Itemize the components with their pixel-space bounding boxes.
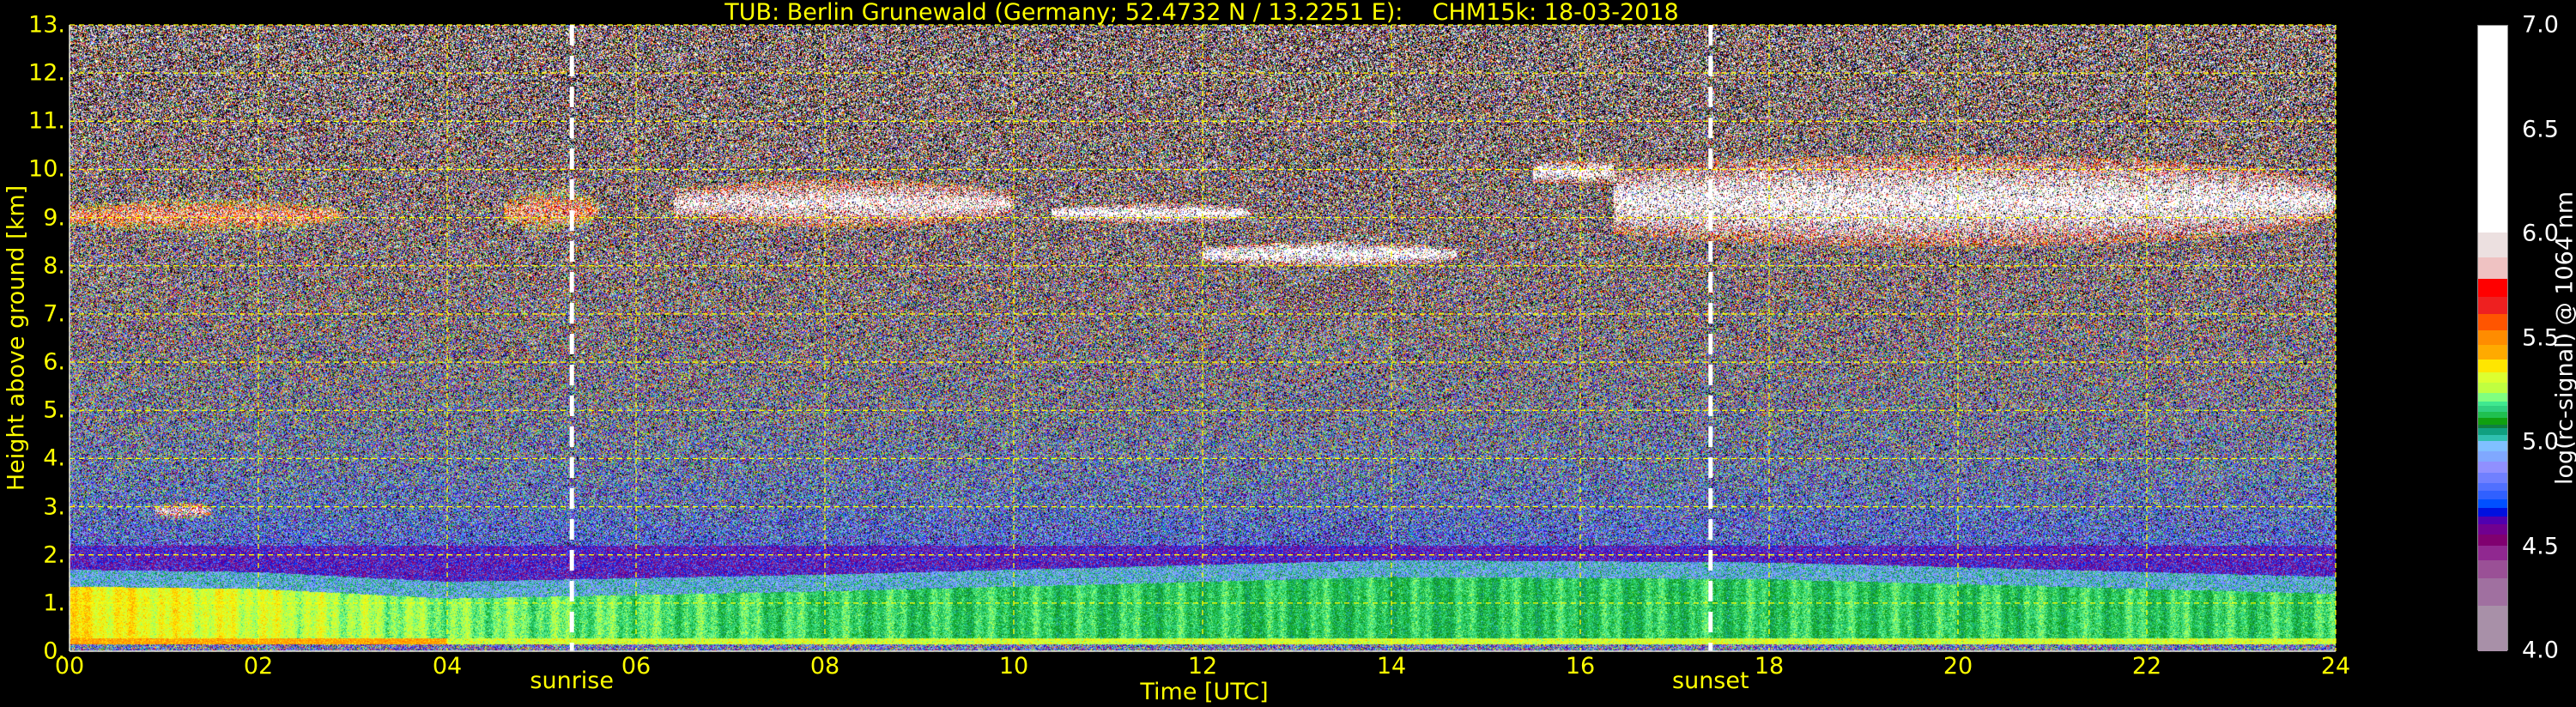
colorbar-segment bbox=[2478, 296, 2507, 314]
x-tick-label: 16 bbox=[1565, 653, 1596, 680]
ceilometer-plot: TUB: Berlin Grunewald (Germany; 52.4732 … bbox=[0, 0, 2576, 707]
x-tick-label: 22 bbox=[2131, 653, 2162, 680]
x-tick-label: 20 bbox=[1943, 653, 1973, 680]
y-tick-label: 0. bbox=[43, 638, 65, 665]
x-tick-label: 06 bbox=[621, 653, 652, 680]
y-tick-label: 7. bbox=[43, 300, 65, 328]
colorbar-segment bbox=[2478, 450, 2507, 462]
x-tick-label: 04 bbox=[432, 653, 463, 680]
colorbar-segment bbox=[2478, 490, 2507, 500]
colorbar-segment bbox=[2478, 461, 2507, 473]
y-tick-label: 2. bbox=[43, 541, 65, 569]
colorbar-segment bbox=[2478, 329, 2507, 346]
colorbar-segment bbox=[2478, 372, 2507, 384]
colorbar-segment bbox=[2478, 577, 2507, 607]
colorbar-segment bbox=[2478, 401, 2507, 406]
colorbar-segment bbox=[2478, 257, 2507, 279]
colorbar-segment bbox=[2478, 434, 2507, 442]
x-tick-label: 24 bbox=[2320, 653, 2351, 680]
colorbar-segment bbox=[2478, 382, 2507, 394]
colorbar bbox=[2477, 25, 2508, 652]
y-tick-label: 12. bbox=[28, 59, 65, 87]
colorbar-segment bbox=[2478, 411, 2507, 419]
colorbar-segment bbox=[2478, 534, 2507, 546]
colorbar-segment bbox=[2478, 26, 2507, 196]
colorbar-tick-label: 5.5 bbox=[2522, 324, 2559, 351]
y-tick-label: 13. bbox=[28, 11, 65, 39]
y-axis-label: Height above ground [km] bbox=[3, 184, 30, 492]
colorbar-segment bbox=[2478, 507, 2507, 517]
colorbar-segment bbox=[2478, 482, 2507, 492]
annotation-sunrise: sunrise bbox=[530, 668, 614, 694]
annotation-sunset: sunset bbox=[1672, 668, 1749, 694]
colorbar-segment bbox=[2478, 313, 2507, 331]
y-tick-label: 10. bbox=[28, 155, 65, 183]
colorbar-segment bbox=[2478, 427, 2507, 435]
y-tick-label: 6. bbox=[43, 348, 65, 376]
y-tick-label: 1. bbox=[43, 589, 65, 617]
colorbar-tick-label: 7.0 bbox=[2522, 11, 2559, 39]
colorbar-segment bbox=[2478, 359, 2507, 372]
x-tick-label: 12 bbox=[1187, 653, 1218, 680]
colorbar-segment bbox=[2478, 523, 2507, 535]
x-tick-label: 02 bbox=[243, 653, 274, 680]
chart-title: TUB: Berlin Grunewald (Germany; 52.4732 … bbox=[724, 0, 1679, 26]
colorbar-segment bbox=[2478, 232, 2507, 258]
y-tick-label: 3. bbox=[43, 493, 65, 521]
colorbar-segment bbox=[2478, 392, 2507, 402]
colorbar-segment bbox=[2478, 499, 2507, 508]
y-tick-label: 5. bbox=[43, 396, 65, 424]
colorbar-segment bbox=[2478, 424, 2507, 429]
colorbar-segment bbox=[2478, 545, 2507, 560]
x-tick-label: 14 bbox=[1376, 653, 1407, 680]
x-tick-label: 08 bbox=[809, 653, 840, 680]
colorbar-tick-label: 6.0 bbox=[2522, 220, 2559, 247]
colorbar-tick-label: 6.5 bbox=[2522, 116, 2559, 142]
plot-overlay bbox=[69, 24, 2337, 652]
y-tick-label: 8. bbox=[43, 252, 65, 280]
colorbar-segment bbox=[2478, 344, 2507, 360]
y-tick-label: 11. bbox=[28, 107, 65, 135]
colorbar-tick-label: 4.5 bbox=[2522, 533, 2559, 559]
y-tick-label: 4. bbox=[43, 444, 65, 472]
x-tick-label: 18 bbox=[1754, 653, 1785, 680]
colorbar-segment bbox=[2478, 194, 2507, 233]
x-axis-label: Time [UTC] bbox=[1140, 679, 1269, 705]
colorbar-segment bbox=[2478, 605, 2507, 652]
colorbar-segment bbox=[2478, 559, 2507, 579]
colorbar-segment bbox=[2478, 278, 2507, 298]
x-tick-label: 10 bbox=[998, 653, 1029, 680]
colorbar-tick-label: 4.0 bbox=[2522, 637, 2559, 664]
colorbar-tick-label: 5.0 bbox=[2522, 428, 2559, 456]
colorbar-segment bbox=[2478, 472, 2507, 483]
colorbar-segment bbox=[2478, 440, 2507, 452]
y-tick-label: 9. bbox=[43, 204, 65, 232]
colorbar-segment bbox=[2478, 405, 2507, 413]
colorbar-segment bbox=[2478, 516, 2507, 525]
colorbar-segment bbox=[2478, 417, 2507, 425]
